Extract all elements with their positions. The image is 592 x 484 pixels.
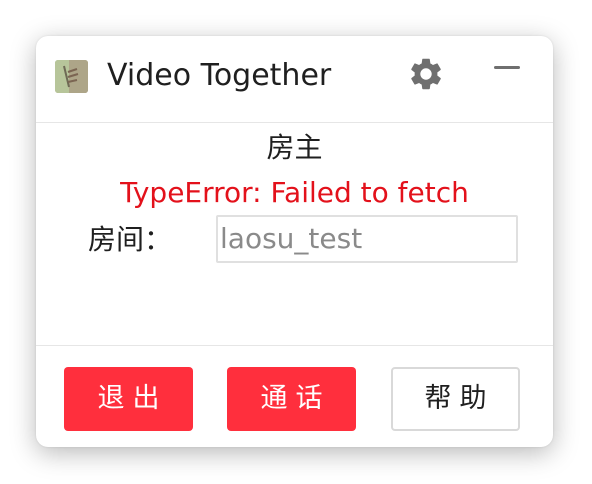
- role-label: 房主: [266, 131, 323, 164]
- room-label: 房间：: [88, 223, 173, 256]
- call-button-label: 通话: [260, 383, 331, 414]
- app-title: Video Together: [107, 58, 332, 93]
- panel-footer: 退出 通话 帮助: [36, 345, 553, 447]
- panel-body: 房主 TypeError: Failed to fetch 房间： laosu_…: [36, 123, 553, 345]
- help-button-label: 帮助: [424, 383, 495, 414]
- exit-button[interactable]: 退出: [64, 367, 193, 431]
- stage: Video Together 房主 TypeError: Failed to f…: [0, 0, 592, 484]
- call-button[interactable]: 通话: [227, 367, 356, 431]
- app-logo-icon: [55, 60, 88, 93]
- minimize-icon[interactable]: [494, 62, 520, 72]
- exit-button-label: 退出: [97, 383, 168, 414]
- gear-icon[interactable]: [407, 55, 445, 93]
- help-button[interactable]: 帮助: [391, 367, 520, 431]
- error-message: TypeError: Failed to fetch: [120, 176, 469, 209]
- panel-header: Video Together: [36, 36, 553, 123]
- room-input[interactable]: laosu_test: [216, 215, 518, 263]
- video-together-panel: Video Together 房主 TypeError: Failed to f…: [36, 36, 553, 447]
